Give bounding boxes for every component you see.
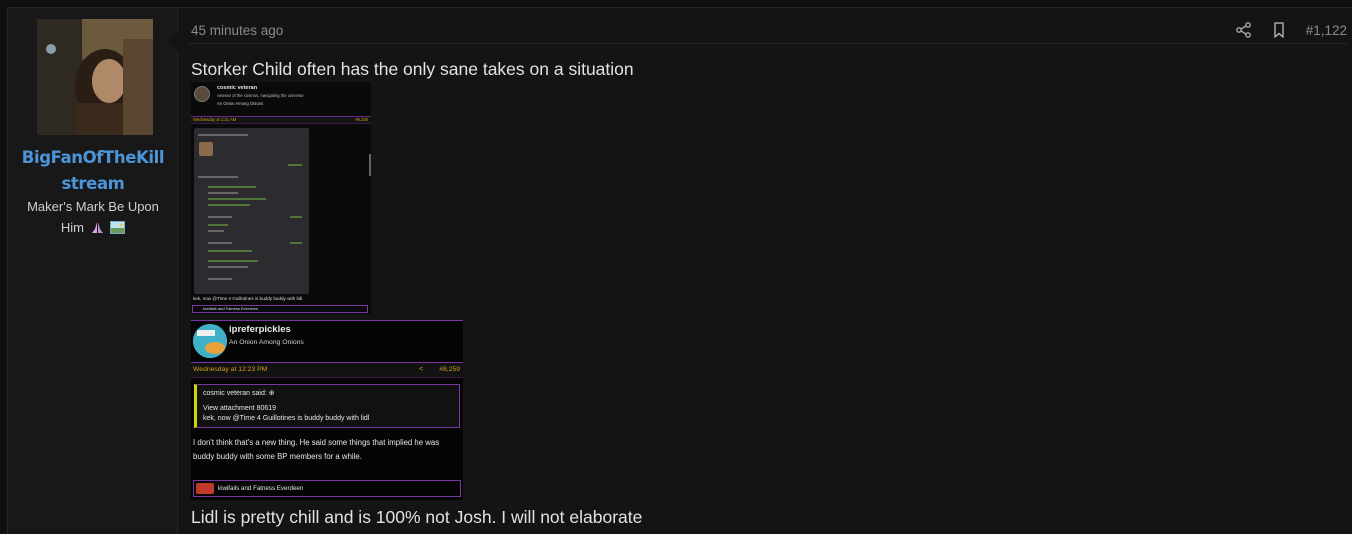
embed2-username: ipreferpickles: [229, 324, 291, 335]
bookmark-icon[interactable]: [1270, 21, 1288, 39]
embed1-rank: An Onion Among Onions: [217, 101, 264, 106]
embed1-header: cosmic veteran veteran of the cosmos, na…: [191, 82, 371, 114]
embed2-number: #8,259: [439, 366, 460, 373]
username-line-2[interactable]: stream: [8, 171, 178, 197]
post-text-bottom: Lidl is pretty chill and is 100% not Jos…: [191, 507, 643, 527]
post-time[interactable]: 45 minutes ago: [191, 23, 283, 38]
post-container: BigFanOfTheKill stream Maker's Mark Be U…: [7, 7, 1352, 534]
embed2-top-border: [191, 320, 463, 321]
embed2-quote-author: cosmic veteran said: ⊕: [203, 390, 275, 397]
embed2-rank: An Onion Among Onions: [229, 339, 304, 346]
embed1-scrollbar: [369, 154, 371, 176]
embed1-avatar: [194, 86, 210, 102]
embed2-quote-line-1: View attachment 80619: [203, 405, 277, 412]
picture-icon: [110, 221, 126, 234]
embed2-reactions: kiwifails and Fatness Everdeen: [193, 480, 461, 497]
embed1-number: #8,240: [355, 117, 368, 122]
user-cell: BigFanOfTheKill stream Maker's Mark Be U…: [8, 8, 178, 534]
post-text-top: Storker Child often has the only sane ta…: [191, 59, 634, 79]
embed2-avatar: [193, 324, 227, 358]
praying-hands-icon: [91, 222, 103, 233]
avatar[interactable]: [37, 19, 153, 135]
embed2-reaction-icon: [196, 483, 214, 494]
username-line-1[interactable]: BigFanOfTheKill: [8, 145, 178, 171]
embedded-screenshot-1[interactable]: cosmic veteran veteran of the cosmos, na…: [191, 82, 371, 314]
embedded-screenshot-2[interactable]: ipreferpickles An Onion Among Onions Wed…: [191, 320, 463, 500]
embed1-footer-text: kek, now @Time 4 Guillotines is buddy bu…: [193, 296, 303, 301]
embed2-quote-line-2: kek, now @Time 4 Guillotines is buddy bu…: [203, 415, 370, 422]
embed1-inner-screenshot: [194, 128, 309, 294]
embed1-datebar: Wednesday at 1:21 AM #8,240: [191, 116, 371, 124]
embed2-share-icon: <: [419, 366, 424, 373]
user-title: Maker's Mark Be Upon Him: [16, 196, 170, 238]
embed1-reactions: kiwifails and Fatness Everdeen: [192, 305, 368, 313]
embed2-reactions-text: kiwifails and Fatness Everdeen: [218, 485, 304, 492]
embed2-datebar: Wednesday at 12:23 PM < #8,259: [191, 362, 463, 378]
embed1-date: Wednesday at 1:21 AM: [193, 117, 237, 122]
embed2-date: Wednesday at 12:23 PM: [193, 366, 268, 373]
username[interactable]: BigFanOfTheKill stream: [8, 145, 178, 197]
embed2-body: I don't think that's a new thing. He sai…: [193, 438, 440, 461]
embed1-username: cosmic veteran: [217, 85, 258, 91]
embed1-subtitle: veteran of the cosmos, navigating the un…: [217, 93, 304, 98]
embed2-quote: cosmic veteran said: ⊕ View attachment 8…: [194, 384, 460, 428]
post-number[interactable]: #1,122: [1306, 23, 1347, 38]
post-header: 45 minutes ago #1,122: [189, 18, 1347, 44]
post-arrow: [168, 32, 178, 52]
post-main: 45 minutes ago #1,122 Storker Child ofte…: [179, 8, 1352, 534]
share-icon[interactable]: [1235, 21, 1253, 39]
